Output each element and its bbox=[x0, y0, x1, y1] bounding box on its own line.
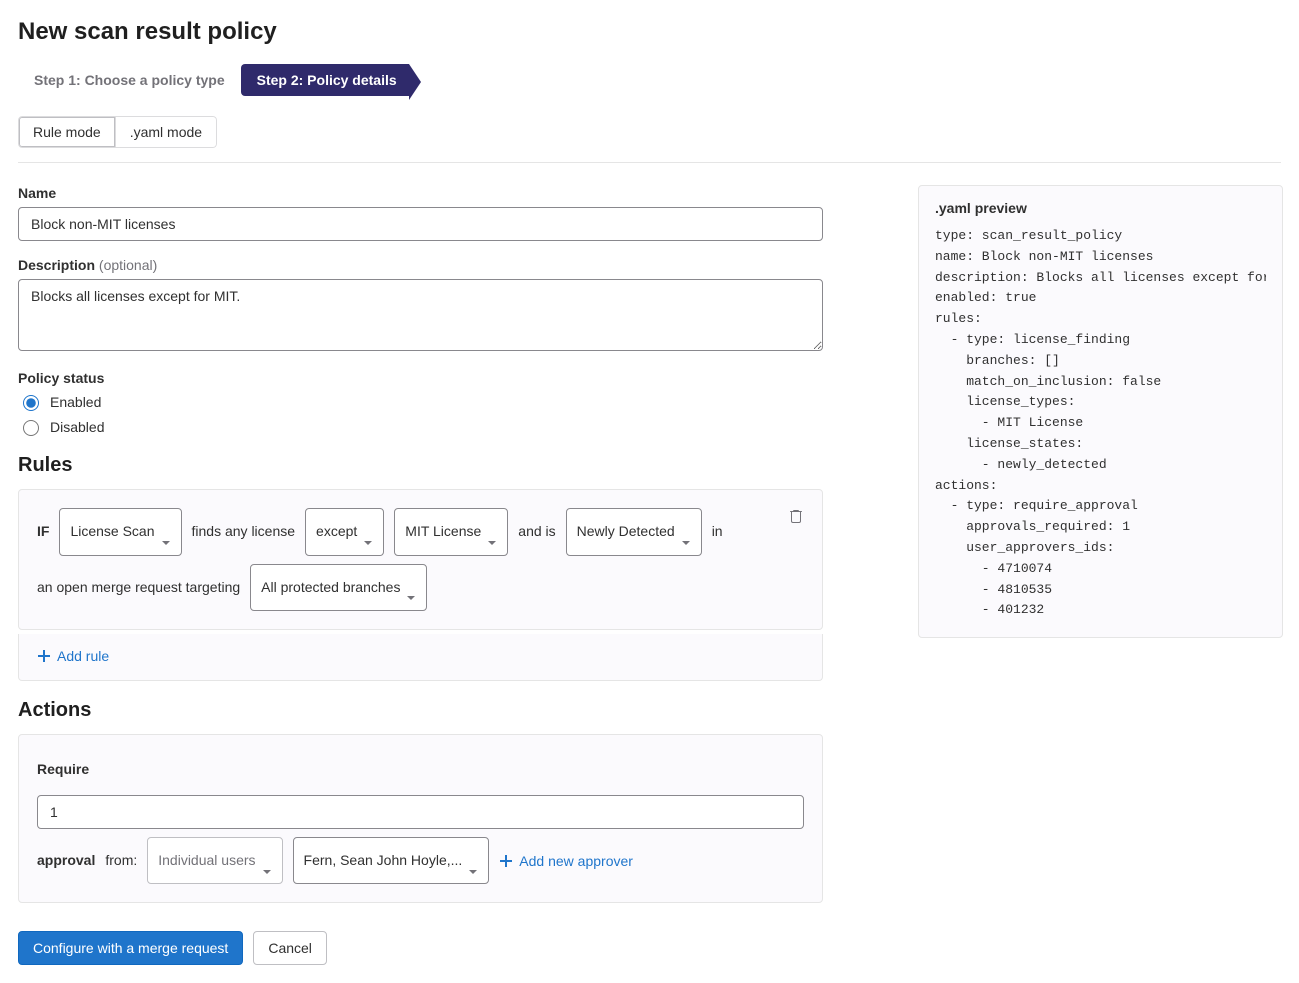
description-label-text: Description bbox=[18, 257, 95, 273]
finds-text: finds any license bbox=[192, 515, 296, 549]
approvers-dropdown[interactable]: Fern, Sean John Hoyle,... bbox=[293, 837, 490, 885]
and-is-text: and is bbox=[518, 515, 555, 549]
configure-button[interactable]: Configure with a merge request bbox=[18, 931, 243, 965]
state-value: Newly Detected bbox=[577, 515, 675, 549]
rule-card: IF License Scan finds any license except… bbox=[18, 489, 823, 630]
step-1[interactable]: Step 1: Choose a policy type bbox=[18, 64, 241, 96]
license-type-dropdown[interactable]: MIT License bbox=[394, 508, 508, 556]
approver-type-dropdown[interactable]: Individual users bbox=[147, 837, 282, 885]
mr-text: an open merge request targeting bbox=[37, 571, 240, 605]
match-type-dropdown[interactable]: except bbox=[305, 508, 384, 556]
chevron-down-icon bbox=[468, 856, 478, 866]
chevron-down-icon bbox=[161, 527, 171, 537]
yaml-preview-content: type: scan_result_policy name: Block non… bbox=[935, 226, 1266, 629]
yaml-preview-title: .yaml preview bbox=[935, 200, 1266, 216]
add-approver-label: Add new approver bbox=[519, 853, 633, 869]
page-title: New scan result policy bbox=[18, 18, 1281, 46]
chevron-down-icon bbox=[262, 856, 272, 866]
enabled-label: Enabled bbox=[50, 394, 101, 410]
scan-type-value: License Scan bbox=[70, 515, 154, 549]
branches-value: All protected branches bbox=[261, 571, 400, 605]
match-type-value: except bbox=[316, 515, 357, 549]
mode-toggle: Rule mode .yaml mode bbox=[18, 116, 217, 148]
description-optional: (optional) bbox=[99, 257, 157, 273]
plus-icon bbox=[37, 649, 51, 663]
trash-icon bbox=[788, 512, 804, 527]
chevron-down-icon bbox=[487, 527, 497, 537]
chevron-down-icon bbox=[363, 527, 373, 537]
add-rule-label: Add rule bbox=[57, 648, 109, 664]
wizard-steps: Step 1: Choose a policy type Step 2: Pol… bbox=[18, 64, 1281, 96]
state-dropdown[interactable]: Newly Detected bbox=[566, 508, 702, 556]
step-2[interactable]: Step 2: Policy details bbox=[241, 64, 409, 96]
add-rule-button[interactable]: Add rule bbox=[37, 648, 109, 664]
in-text: in bbox=[712, 515, 723, 549]
if-keyword: IF bbox=[37, 515, 49, 549]
cancel-button[interactable]: Cancel bbox=[253, 931, 327, 965]
approver-type-value: Individual users bbox=[158, 844, 255, 878]
chevron-down-icon bbox=[681, 527, 691, 537]
scan-type-dropdown[interactable]: License Scan bbox=[59, 508, 181, 556]
rules-heading: Rules bbox=[18, 454, 823, 477]
divider bbox=[18, 162, 1281, 163]
rule-mode-button[interactable]: Rule mode bbox=[18, 116, 116, 148]
description-input[interactable]: Blocks all licenses except for MIT. bbox=[18, 279, 823, 351]
enabled-radio[interactable] bbox=[23, 395, 39, 411]
actions-heading: Actions bbox=[18, 699, 823, 722]
policy-status-label: Policy status bbox=[18, 370, 823, 386]
branches-dropdown[interactable]: All protected branches bbox=[250, 564, 427, 612]
name-label: Name bbox=[18, 185, 823, 201]
approval-keyword: approval bbox=[37, 844, 95, 878]
license-type-value: MIT License bbox=[405, 515, 481, 549]
yaml-mode-button[interactable]: .yaml mode bbox=[116, 116, 217, 148]
approvers-value: Fern, Sean John Hoyle,... bbox=[304, 844, 463, 878]
disabled-radio[interactable] bbox=[23, 420, 39, 436]
add-rule-row: Add rule bbox=[18, 634, 823, 681]
plus-icon bbox=[499, 854, 513, 868]
add-approver-button[interactable]: Add new approver bbox=[499, 853, 633, 869]
action-card: Require approval from: Individual users … bbox=[18, 734, 823, 903]
from-text: from: bbox=[105, 844, 137, 878]
name-input[interactable] bbox=[18, 207, 823, 241]
approval-count-input[interactable] bbox=[37, 795, 804, 829]
chevron-down-icon bbox=[406, 582, 416, 592]
description-label: Description (optional) bbox=[18, 257, 823, 273]
delete-rule-button[interactable] bbox=[784, 504, 808, 531]
disabled-label: Disabled bbox=[50, 419, 104, 435]
yaml-preview-panel: .yaml preview type: scan_result_policy n… bbox=[918, 185, 1283, 638]
require-keyword: Require bbox=[37, 753, 89, 787]
